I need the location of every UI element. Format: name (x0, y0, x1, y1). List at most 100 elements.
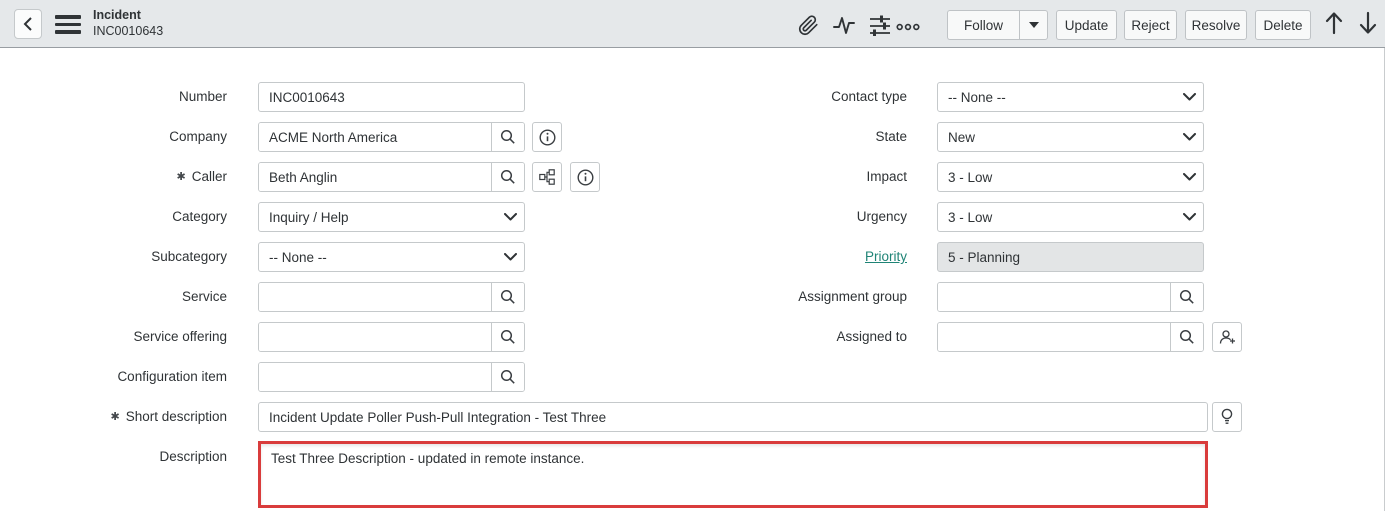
urgency-select[interactable]: 3 - Low (937, 202, 1204, 232)
caller-input[interactable] (259, 163, 491, 191)
previous-record-button[interactable] (1322, 11, 1346, 35)
previous-record-icon (1324, 11, 1344, 35)
menu-bar (55, 23, 81, 27)
more-options-button[interactable] (896, 15, 920, 39)
mandatory-icon: ✱ (177, 171, 186, 183)
chevron-down-icon (1183, 173, 1196, 181)
state-select[interactable]: New (937, 122, 1204, 152)
category-value: Inquiry / Help (259, 210, 496, 225)
subcategory-select[interactable]: -- None -- (258, 242, 525, 272)
impact-label: Impact (680, 162, 907, 192)
description-highlight-box: Test Three Description - updated in remo… (258, 441, 1208, 508)
state-label: State (680, 122, 907, 152)
reject-button[interactable]: Reject (1124, 10, 1177, 40)
record-title-type: Incident (93, 7, 163, 23)
follow-dropdown-button[interactable] (1019, 10, 1048, 40)
next-record-icon (1358, 11, 1378, 35)
assigned-to-reference-field (937, 322, 1204, 352)
info-icon (539, 129, 556, 146)
company-search-button[interactable] (491, 123, 524, 151)
form-header-bar: Incident INC0010643 (0, 0, 1385, 48)
service-offering-label: Service offering (0, 322, 227, 352)
follow-split-button: Follow (947, 10, 1048, 40)
service-offering-reference-field (258, 322, 525, 352)
assignment-group-label: Assignment group (680, 282, 907, 312)
caller-label: ✱Caller (0, 162, 227, 192)
caller-search-button[interactable] (491, 163, 524, 191)
chevron-down-icon (1183, 93, 1196, 101)
update-button[interactable]: Update (1056, 10, 1117, 40)
number-input[interactable] (258, 82, 525, 112)
company-label: Company (0, 122, 227, 152)
company-preview-button[interactable] (532, 122, 562, 152)
service-label: Service (0, 282, 227, 312)
short-description-input[interactable] (258, 402, 1208, 432)
short-description-label-text: Short description (126, 409, 227, 424)
contact-type-value: -- None -- (938, 90, 1175, 105)
company-reference-field (258, 122, 525, 152)
configuration-item-reference-field (258, 362, 525, 392)
state-value: New (938, 130, 1175, 145)
activity-stream-icon (833, 14, 855, 36)
chevron-down-icon (1183, 213, 1196, 221)
priority-link[interactable]: Priority (865, 249, 907, 264)
assign-to-me-button[interactable] (1212, 322, 1242, 352)
configuration-item-input[interactable] (259, 363, 491, 391)
contact-type-select[interactable]: -- None -- (937, 82, 1204, 112)
follow-caret-icon (1029, 22, 1039, 28)
service-search-button[interactable] (491, 283, 524, 311)
suggestion-button[interactable] (1212, 402, 1242, 432)
short-description-label: ✱Short description (0, 402, 227, 432)
chevron-down-icon (504, 253, 517, 261)
assignment-group-search-button[interactable] (1170, 283, 1203, 311)
personalize-form-button[interactable] (868, 13, 892, 37)
info-icon (577, 169, 594, 186)
caller-show-related-button[interactable] (532, 162, 562, 192)
search-icon (1179, 289, 1195, 305)
search-icon (500, 289, 516, 305)
configuration-item-search-button[interactable] (491, 363, 524, 391)
back-chevron-icon (23, 17, 33, 31)
caller-preview-button[interactable] (570, 162, 600, 192)
search-icon (1179, 329, 1195, 345)
attachment-icon (798, 15, 819, 36)
follow-button[interactable]: Follow (947, 10, 1019, 40)
activity-stream-button[interactable] (832, 13, 856, 37)
description-textarea[interactable]: Test Three Description - updated in remo… (261, 444, 1205, 505)
search-icon (500, 169, 516, 185)
back-button[interactable] (14, 9, 42, 39)
next-record-button[interactable] (1356, 11, 1380, 35)
resolve-button[interactable]: Resolve (1185, 10, 1247, 40)
incident-form-page: Incident INC0010643 (0, 0, 1391, 511)
record-title-number: INC0010643 (93, 23, 163, 39)
search-icon (500, 129, 516, 145)
number-label: Number (0, 82, 227, 112)
context-menu-icon[interactable] (55, 15, 81, 34)
chevron-down-icon (1183, 133, 1196, 141)
company-input[interactable] (259, 123, 491, 151)
delete-button[interactable]: Delete (1255, 10, 1311, 40)
caller-reference-field (258, 162, 525, 192)
urgency-label: Urgency (680, 202, 907, 232)
assignment-group-input[interactable] (938, 283, 1170, 311)
menu-bar (55, 15, 81, 19)
service-offering-input[interactable] (259, 323, 491, 351)
more-options-icon (896, 21, 920, 33)
subcategory-label: Subcategory (0, 242, 227, 272)
subcategory-value: -- None -- (259, 250, 496, 265)
person-add-icon (1219, 329, 1236, 345)
assigned-to-search-button[interactable] (1170, 323, 1203, 351)
service-offering-search-button[interactable] (491, 323, 524, 351)
attachment-button[interactable] (796, 13, 820, 37)
assignment-group-reference-field (937, 282, 1204, 312)
category-select[interactable]: Inquiry / Help (258, 202, 525, 232)
search-icon (500, 369, 516, 385)
impact-select[interactable]: 3 - Low (937, 162, 1204, 192)
category-label: Category (0, 202, 227, 232)
record-title: Incident INC0010643 (93, 7, 163, 39)
description-label: Description (0, 442, 227, 472)
search-icon (500, 329, 516, 345)
org-chart-icon (539, 169, 555, 185)
assigned-to-input[interactable] (938, 323, 1170, 351)
service-input[interactable] (259, 283, 491, 311)
